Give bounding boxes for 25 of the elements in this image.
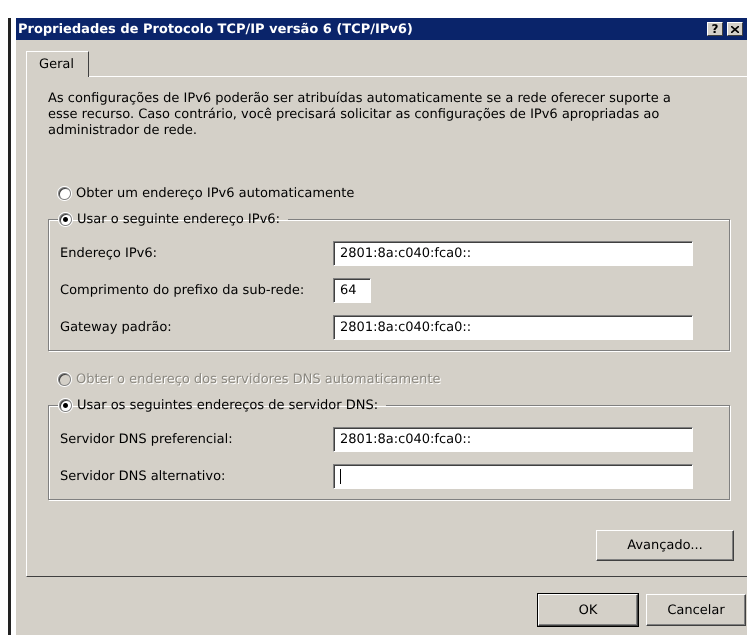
address-field[interactable]: 2801:8a:c040:fca0::	[333, 241, 693, 266]
address-field[interactable]	[333, 464, 693, 489]
radio-button[interactable]	[58, 187, 71, 200]
radio-button[interactable]	[59, 213, 72, 226]
advanced-button[interactable]: Avançado...	[596, 530, 734, 561]
tab[interactable]: Geral	[26, 51, 89, 77]
cancel-button[interactable]: Cancelar	[646, 594, 746, 626]
number-field[interactable]: 64	[333, 278, 371, 303]
field-label: Comprimento do prefixo da sub-rede:	[60, 283, 306, 298]
field-label: Servidor DNS preferencial:	[60, 432, 234, 447]
address-field[interactable]: 2801:8a:c040:fca0::	[333, 315, 693, 340]
address-field[interactable]: 2801:8a:c040:fca0::	[333, 427, 693, 452]
radio-label[interactable]: Usar o seguinte endereço IPv6:	[77, 212, 280, 227]
radio-label[interactable]: Usar os seguintes endereços de servidor DNS:	[77, 398, 378, 413]
description-text: As configurações de IPv6 poderão ser atribuídas automaticamente se a rede oferecer suporte a esse recurso. Caso contrário, você precisará solicitar as configurações de IPv6 apropriadas ao administrador de rede.	[48, 91, 672, 139]
radio-label[interactable]: Obter um endereço IPv6 automaticamente	[76, 186, 354, 201]
field-label: Gateway padrão:	[60, 320, 173, 335]
field-label: Servidor DNS alternativo:	[60, 469, 226, 484]
field-label: Endereço IPv6:	[60, 246, 158, 261]
radio-button[interactable]	[59, 399, 72, 412]
help-button[interactable]: ?	[707, 22, 723, 36]
close-button[interactable]	[727, 22, 743, 36]
close-icon	[731, 26, 739, 32]
ok-button[interactable]: OK	[538, 594, 638, 626]
window-title: Propriedades de Protocolo TCP/IP versão 6 (TCP/IPv6)	[18, 22, 414, 36]
